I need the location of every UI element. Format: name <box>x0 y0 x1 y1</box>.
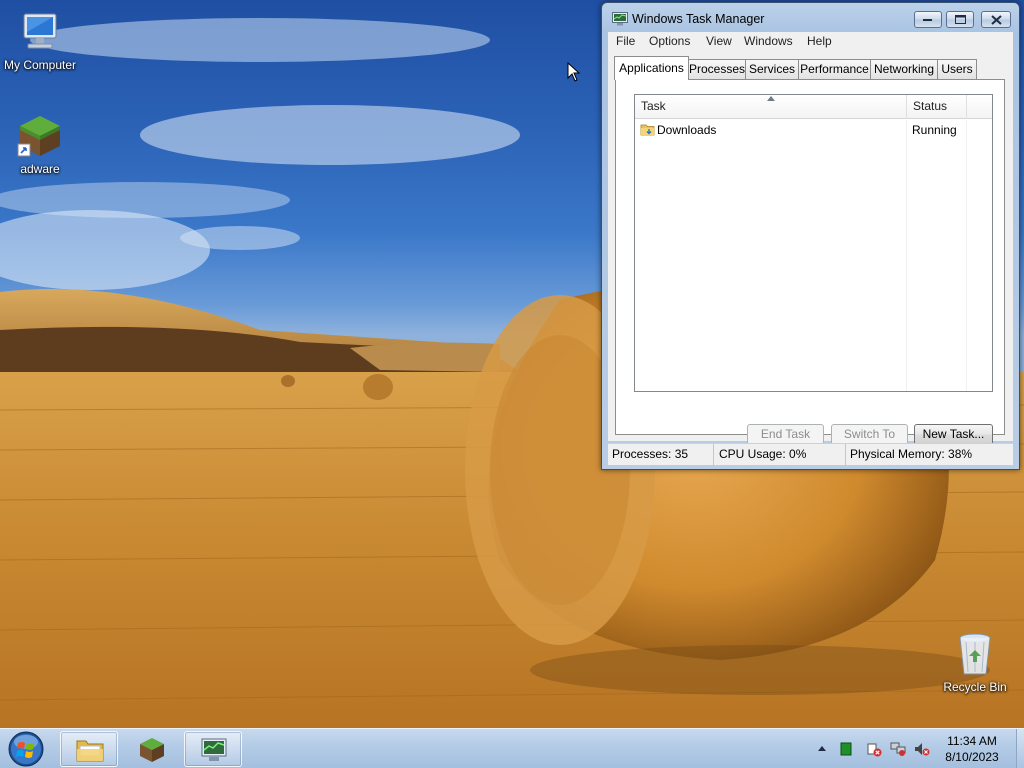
close-button[interactable] <box>981 11 1011 28</box>
task-name: Downloads <box>657 123 717 137</box>
list-header: Task Status <box>635 95 992 119</box>
maximize-button[interactable] <box>946 11 974 28</box>
tab-networking[interactable]: Networking <box>870 59 938 79</box>
desktop-icon-label: Recycle Bin <box>943 680 1007 694</box>
task-manager-panel: Applications Processes Services Performa… <box>608 52 1013 445</box>
grass-block-icon <box>16 112 64 160</box>
column-status-label: Status <box>913 99 948 113</box>
end-task-button[interactable]: End Task <box>747 424 824 445</box>
status-bar: Processes: 35 CPU Usage: 0% Physical Mem… <box>608 443 1013 466</box>
menu-help[interactable]: Help <box>807 34 832 48</box>
network-icon[interactable] <box>890 741 906 757</box>
menu-view[interactable]: View <box>706 34 732 48</box>
status-processes: Processes: 35 <box>608 444 714 466</box>
tab-users[interactable]: Users <box>937 59 977 79</box>
grass-block-icon <box>140 738 164 762</box>
taskbar-item-file-explorer[interactable] <box>60 731 118 767</box>
desktop-icon-label: My Computer <box>3 58 77 72</box>
title-bar[interactable]: Windows Task Manager <box>602 3 1019 33</box>
desktop-icon-my-computer[interactable]: My Computer <box>0 8 80 72</box>
close-icon <box>990 14 1002 25</box>
task-status: Running <box>912 123 957 137</box>
switch-to-button[interactable]: Switch To <box>831 424 908 445</box>
taskbar-item-adware[interactable] <box>122 731 180 767</box>
tab-performance[interactable]: Performance <box>798 59 871 79</box>
column-header-status[interactable]: Status <box>907 95 967 119</box>
menu-windows[interactable]: Windows <box>744 34 793 48</box>
action-center-icon[interactable] <box>866 741 882 757</box>
taskbar-item-task-manager[interactable] <box>184 731 242 767</box>
recycle-bin-icon <box>951 630 999 678</box>
maximize-icon <box>954 15 966 24</box>
app-tray-icon[interactable] <box>838 741 854 757</box>
desktop-icon-adware[interactable]: adware <box>0 112 80 176</box>
task-list[interactable]: Task Status Downloads Running <box>634 94 993 392</box>
system-tray <box>810 729 930 768</box>
tab-processes[interactable]: Processes <box>688 59 746 79</box>
menu-options[interactable]: Options <box>649 34 690 48</box>
folder-icon <box>640 124 655 136</box>
start-button[interactable] <box>6 730 46 768</box>
menu-bar: File Options View Windows Help <box>608 32 1013 52</box>
tab-services[interactable]: Services <box>745 59 799 79</box>
desktop-icon-recycle-bin[interactable]: Recycle Bin <box>935 630 1015 694</box>
show-hidden-icons-icon[interactable] <box>814 741 830 757</box>
table-row[interactable]: Downloads Running <box>635 120 992 140</box>
clock-time: 11:34 AM <box>947 734 997 748</box>
task-manager-window[interactable]: Windows Task Manager File Options View W… <box>601 2 1020 470</box>
column-divider <box>966 120 967 391</box>
window-title: Windows Task Manager <box>632 12 765 26</box>
clock[interactable]: 11:34 AM 8/10/2023 <box>930 733 1014 765</box>
applications-page: Task Status Downloads Running End Task S… <box>615 79 1005 445</box>
status-cpu-usage: CPU Usage: 0% <box>715 444 846 466</box>
minimize-button[interactable] <box>914 11 942 28</box>
task-manager-icon <box>201 738 227 761</box>
new-task-button[interactable]: New Task... <box>914 424 993 445</box>
folder-icon <box>76 740 104 762</box>
menu-file[interactable]: File <box>616 34 635 48</box>
status-physical-memory: Physical Memory: 38% <box>850 447 973 461</box>
tab-applications[interactable]: Applications <box>614 56 689 80</box>
computer-icon <box>16 8 64 56</box>
column-divider <box>906 120 907 391</box>
volume-muted-icon[interactable] <box>914 741 930 757</box>
minimize-icon <box>923 18 932 21</box>
sort-ascending-icon <box>767 96 775 101</box>
task-manager-icon <box>612 12 628 26</box>
desktop-icon-label: adware <box>20 162 60 176</box>
mouse-cursor-icon <box>567 62 581 82</box>
column-task-label: Task <box>641 99 666 113</box>
clock-date: 8/10/2023 <box>945 750 999 764</box>
taskbar: 11:34 AM 8/10/2023 <box>0 728 1024 768</box>
show-desktop-button[interactable] <box>1016 729 1024 768</box>
